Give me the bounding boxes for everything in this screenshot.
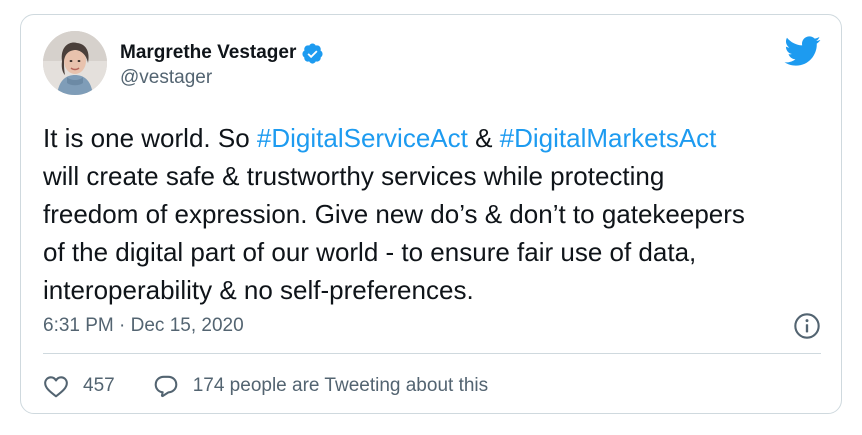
avatar[interactable] bbox=[43, 31, 107, 95]
tweet-text-line-4: of the digital part of our world - to en… bbox=[43, 237, 697, 267]
hashtag-link-digital-service-act[interactable]: #DigitalServiceAct bbox=[257, 123, 468, 153]
avatar-photo bbox=[43, 31, 107, 95]
tweet-text-segment: & bbox=[467, 123, 500, 153]
tweet-text-segment: It is one world. So bbox=[43, 123, 257, 153]
author-display-name[interactable]: Margrethe Vestager bbox=[120, 42, 296, 64]
author-handle[interactable]: @vestager bbox=[120, 67, 212, 89]
like-count: 457 bbox=[83, 375, 115, 396]
tweet-actions-bar: 457 174 people are Tweeting about this bbox=[43, 369, 488, 403]
conversation-button[interactable]: 174 people are Tweeting about this bbox=[153, 374, 488, 398]
tweet-timestamp-link[interactable]: 6:31 PM · Dec 15, 2020 bbox=[43, 315, 244, 337]
tweet-text-line-2: will create safe & trustworthy services … bbox=[43, 161, 665, 191]
tweet-text-line-1: It is one world. So #DigitalServiceAct &… bbox=[43, 119, 833, 157]
heart-icon bbox=[43, 374, 69, 398]
speech-bubble-icon bbox=[153, 374, 179, 398]
tweet-card[interactable]: Margrethe Vestager @vestager It is one w… bbox=[20, 14, 842, 414]
footer-divider bbox=[43, 353, 821, 354]
tweet-text-line-3: freedom of expression. Give new do’s & d… bbox=[43, 199, 745, 229]
tweeting-about-text: 174 people are Tweeting about this bbox=[192, 375, 489, 396]
hashtag-link-digital-markets-act[interactable]: #DigitalMarketsAct bbox=[500, 123, 717, 153]
tweet-text-line-5: interoperability & no self-preferences. bbox=[43, 275, 474, 305]
info-icon[interactable] bbox=[793, 312, 821, 340]
twitter-bird-icon[interactable] bbox=[783, 35, 821, 67]
verified-badge-icon bbox=[301, 42, 324, 65]
tweet-text: It is one world. So #DigitalServiceAct &… bbox=[43, 119, 833, 309]
author-name-row: Margrethe Vestager bbox=[120, 40, 324, 66]
like-button[interactable]: 457 bbox=[43, 374, 115, 398]
